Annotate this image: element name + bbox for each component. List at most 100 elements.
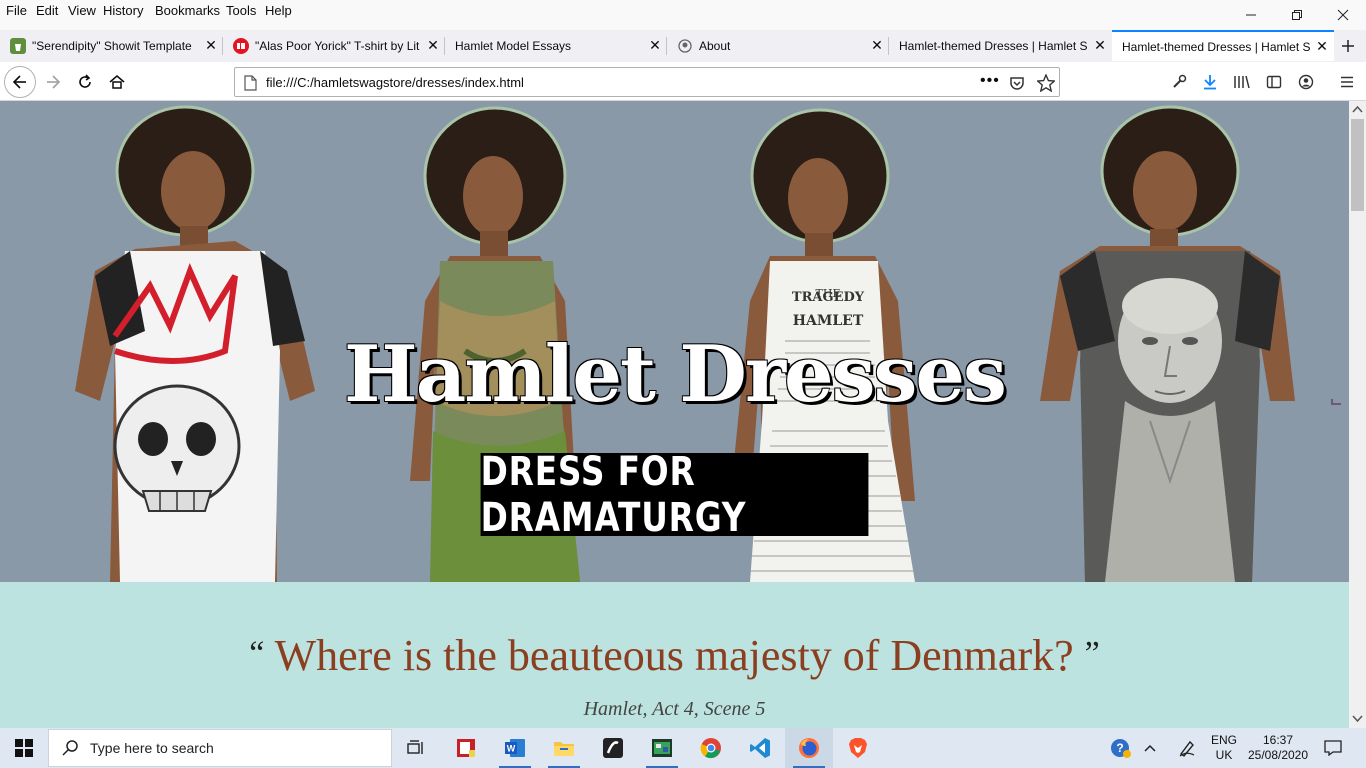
help-icon: ? xyxy=(1111,739,1131,758)
downloads-button[interactable] xyxy=(1195,67,1225,97)
taskbar-app-vscode[interactable] xyxy=(736,728,784,768)
vertical-scrollbar[interactable] xyxy=(1349,101,1366,728)
scrollbar-thumb[interactable] xyxy=(1351,119,1364,211)
wrench-icon xyxy=(1173,74,1187,88)
tab-hamlet-dresses[interactable]: Hamlet-themed Dresses | Hamlet S ✕ xyxy=(889,30,1112,61)
task-view-icon xyxy=(407,740,423,754)
developer-tools-button[interactable] xyxy=(1164,67,1194,97)
minimize-button[interactable] xyxy=(1228,0,1274,30)
reload-button[interactable] xyxy=(70,67,100,97)
svg-text:W: W xyxy=(507,744,516,754)
home-button[interactable] xyxy=(102,67,132,97)
open-menu-button[interactable] xyxy=(1332,67,1362,97)
language-code: ENG xyxy=(1210,733,1237,747)
tab-title: Hamlet-themed Dresses | Hamlet S xyxy=(899,38,1088,53)
taskbar-app-brave[interactable] xyxy=(834,728,882,768)
open-quote-mark: “ xyxy=(249,635,265,672)
notifications-button[interactable] xyxy=(1318,728,1348,768)
bookmark-star-icon[interactable] xyxy=(1037,74,1055,92)
tab-hamlet-model-essays[interactable]: Hamlet Model Essays ✕ xyxy=(445,30,667,61)
tab-close-icon[interactable]: ✕ xyxy=(643,37,667,54)
task-view-button[interactable] xyxy=(392,728,440,768)
quote-section: “ Where is the beauteous majesty of Denm… xyxy=(0,582,1349,728)
menu-file[interactable]: File xyxy=(6,3,27,18)
account-button[interactable] xyxy=(1291,67,1321,97)
language-indicator[interactable]: ENG UK xyxy=(1204,728,1244,768)
tab-hamlet-dresses-active[interactable]: Hamlet-themed Dresses | Hamlet S ✕ xyxy=(1112,30,1334,61)
hero-banner: THE TRAGEDY HAMLET Hamlet Dresses DRESS … xyxy=(0,101,1349,582)
taskbar-app-file-explorer[interactable] xyxy=(540,728,588,768)
taskbar-app-monitor[interactable] xyxy=(638,728,686,768)
menu-tools[interactable]: Tools xyxy=(226,3,256,18)
taskbar-search-box[interactable]: Type here to search xyxy=(48,729,392,767)
library-button[interactable] xyxy=(1227,67,1257,97)
close-icon xyxy=(1337,9,1349,21)
library-icon xyxy=(1234,75,1250,89)
menu-edit[interactable]: Edit xyxy=(36,3,58,18)
address-bar[interactable]: file:///C:/hamletswagstore/dresses/index… xyxy=(234,67,1060,97)
menu-help[interactable]: Help xyxy=(265,3,292,18)
tab-serendipity[interactable]: "Serendipity" Showit Template ✕ xyxy=(0,30,223,61)
tab-close-icon[interactable]: ✕ xyxy=(865,37,889,54)
tab-title: Hamlet Model Essays xyxy=(455,38,572,53)
close-window-button[interactable] xyxy=(1320,0,1366,30)
taskbar-app-chrome[interactable] xyxy=(687,728,735,768)
shopify-icon xyxy=(10,37,26,54)
folder-icon xyxy=(554,742,574,756)
svg-text:?: ? xyxy=(1116,741,1123,755)
menu-view[interactable]: View xyxy=(68,3,96,18)
new-tab-button[interactable] xyxy=(1336,34,1360,58)
restore-button[interactable] xyxy=(1274,0,1320,30)
menu-history[interactable]: History xyxy=(103,3,143,18)
hero-title: Hamlet Dresses xyxy=(344,329,1007,420)
page-actions-icon[interactable]: ••• xyxy=(980,72,1000,90)
tab-close-icon[interactable]: ✕ xyxy=(421,37,445,54)
sidebar-button[interactable] xyxy=(1259,67,1289,97)
hero-subtitle: DRESS FOR DRAMATURGY xyxy=(480,448,747,541)
quote-text: Where is the beauteous majesty of Denmar… xyxy=(274,631,1074,680)
back-button[interactable] xyxy=(4,66,36,98)
taskbar-app-word[interactable]: W xyxy=(491,728,539,768)
help-tray-button[interactable]: ? xyxy=(1108,728,1134,768)
tab-title: "Serendipity" Showit Template xyxy=(32,38,192,53)
minimize-icon xyxy=(1246,14,1256,16)
scroll-down-icon[interactable] xyxy=(1352,715,1363,723)
brave-icon xyxy=(849,738,867,758)
tab-bar: "Serendipity" Showit Template ✕ "Alas Po… xyxy=(0,30,1366,62)
dress-text-hamlet: HAMLET xyxy=(793,313,864,329)
page-icon xyxy=(244,75,257,91)
menu-bookmarks[interactable]: Bookmarks xyxy=(155,3,220,18)
taskbar-app-inkscape[interactable] xyxy=(589,728,637,768)
firefox-icon xyxy=(799,738,819,758)
app-monitor-icon xyxy=(652,739,672,757)
taskbar-app-firefox[interactable] xyxy=(785,728,833,768)
tab-close-icon[interactable]: ✕ xyxy=(1310,38,1334,55)
tab-about[interactable]: About ✕ xyxy=(667,30,889,61)
tab-close-icon[interactable]: ✕ xyxy=(1088,37,1112,54)
windows-logo-icon xyxy=(15,739,33,757)
show-hidden-icons-button[interactable] xyxy=(1138,728,1162,768)
forward-arrow-icon xyxy=(47,75,61,89)
browser-window: File Edit View History Bookmarks Tools H… xyxy=(0,0,1366,728)
notification-icon xyxy=(1324,740,1342,756)
clock-time: 16:37 xyxy=(1262,733,1294,747)
tab-close-icon[interactable]: ✕ xyxy=(199,37,223,54)
plus-icon xyxy=(1342,40,1354,52)
clock[interactable]: 16:37 25/08/2020 xyxy=(1244,728,1312,768)
back-arrow-icon xyxy=(12,75,26,89)
tab-title: Hamlet-themed Dresses | Hamlet S xyxy=(1122,39,1310,54)
start-button[interactable] xyxy=(0,728,48,768)
menu-bar: File Edit View History Bookmarks Tools H… xyxy=(0,0,1366,30)
restore-icon xyxy=(1292,10,1302,20)
chrome-icon xyxy=(700,738,721,759)
word-icon: W xyxy=(505,739,525,757)
pen-workspace-button[interactable] xyxy=(1174,728,1200,768)
scroll-up-icon[interactable] xyxy=(1352,105,1363,113)
navigation-bar: file:///C:/hamletswagstore/dresses/index… xyxy=(0,62,1366,101)
app-ink-icon xyxy=(603,738,623,758)
forward-button[interactable] xyxy=(38,67,68,97)
quote: “ Where is the beauteous majesty of Denm… xyxy=(0,630,1349,681)
pocket-icon[interactable] xyxy=(1009,75,1025,91)
tab-alas-poor-yorick[interactable]: "Alas Poor Yorick" T-shirt by Lit ✕ xyxy=(223,30,445,61)
taskbar-app-rb[interactable] xyxy=(442,728,490,768)
